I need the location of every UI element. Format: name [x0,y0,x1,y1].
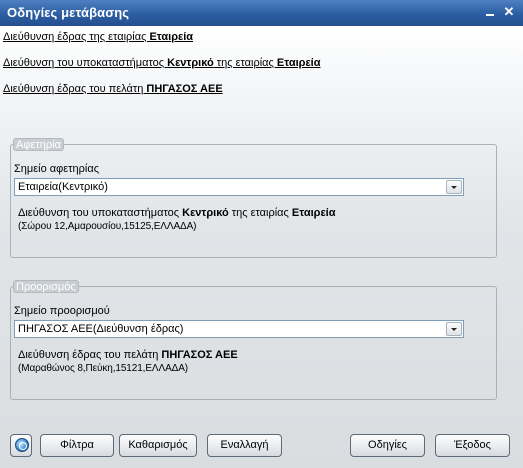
origin-select[interactable]: Εταιρεία(Κεντρικό) [14,178,464,196]
map-button[interactable] [10,434,32,457]
destination-group: Προορισμός Σημείο προορισμού ΠΗΓΑΣΟΣ ΑΕΕ… [10,280,497,400]
title-bar[interactable]: Οδηγίες μετάβασης ✕ [0,0,523,26]
origin-address-title: Διεύθυνση του υποκαταστήματος Κεντρικό τ… [18,207,336,219]
link-customer-hq[interactable]: Διεύθυνση έδρας του πελάτη ΠΗΓΑΣΟΣ ΑΕΕ [3,83,223,95]
directions-button[interactable]: Οδηγίες [350,434,425,457]
globe-icon [15,438,29,452]
origin-group: Αφετηρία Σημείο αφετηρίας Εταιρεία(Κεντρ… [10,138,497,258]
destination-legend: Προορισμός [13,280,79,293]
origin-label: Σημείο αφετηρίας [14,163,99,175]
link-company-hq[interactable]: Διεύθυνση έδρας της εταιρίας Εταιρεία [3,31,193,43]
origin-select-value: Εταιρεία(Κεντρικό) [18,181,108,193]
destination-dropdown-button[interactable] [446,322,462,336]
minimize-icon[interactable] [482,4,498,20]
destination-select[interactable]: ΠΗΓΑΣΟΣ ΑΕΕ(Διεύθυνση έδρας) [14,320,464,338]
swap-button[interactable]: Εναλλαγή [207,434,282,457]
origin-dropdown-button[interactable] [446,180,462,194]
origin-legend: Αφετηρία [13,138,64,151]
clear-button[interactable]: Καθαρισμός [119,434,197,457]
destination-address-detail: (Μαραθώνος 8,Πεύκη,15121,ΕΛΛΑΔΑ) [18,363,189,374]
link-branch[interactable]: Διεύθυνση του υποκαταστήματος Κεντρικό τ… [3,57,321,69]
destination-address-title: Διεύθυνση έδρας του πελάτη ΠΗΓΑΣΟΣ ΑΕΕ [18,349,238,361]
exit-button[interactable]: Έξοδος [435,434,510,457]
dialog-body: Διεύθυνση έδρας της εταιρίας Εταιρεία Δι… [0,26,523,468]
chevron-down-icon [451,186,457,189]
origin-address-detail: (Σώρου 12,Αμαρουσίου,15125,ΕΛΛΑΔΑ) [18,221,197,232]
filter-button[interactable]: Φίλτρα [40,434,114,457]
close-icon[interactable]: ✕ [501,4,517,20]
window-title: Οδηγίες μετάβασης [7,5,130,20]
chevron-down-icon [451,328,457,331]
destination-select-value: ΠΗΓΑΣΟΣ ΑΕΕ(Διεύθυνση έδρας) [18,323,184,335]
destination-label: Σημείο προορισμού [14,305,110,317]
